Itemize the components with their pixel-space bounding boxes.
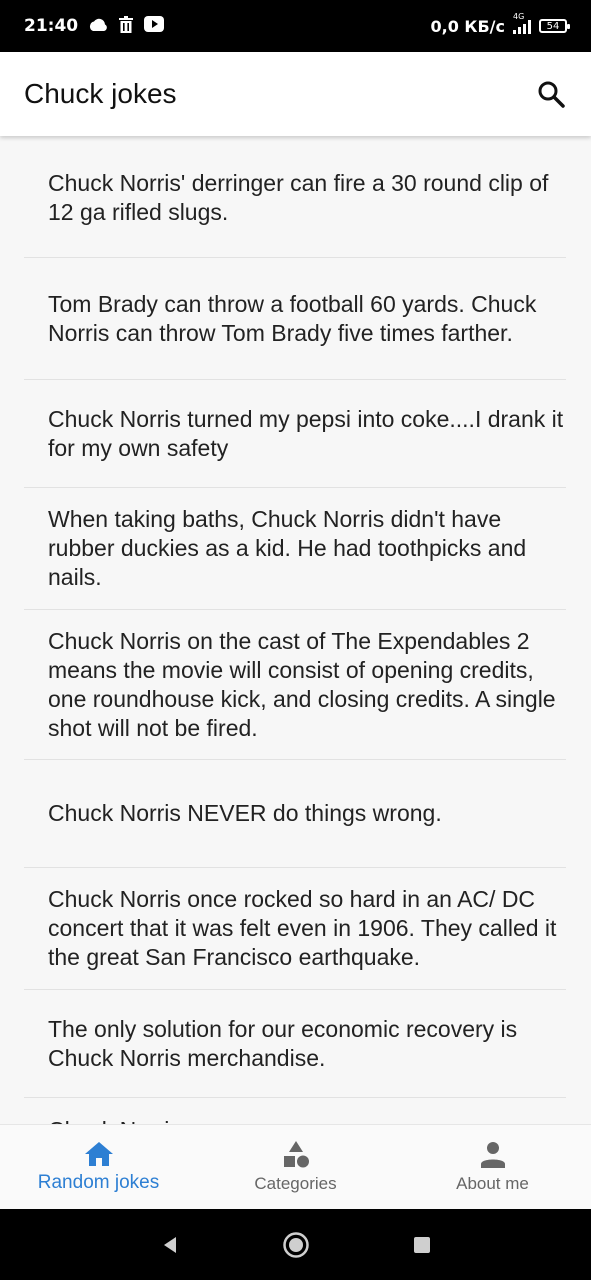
categories-icon bbox=[283, 1141, 309, 1168]
network-type: 4G bbox=[513, 12, 525, 21]
home-icon bbox=[84, 1142, 113, 1166]
list-item[interactable]: Tom Brady can throw a football 60 yards.… bbox=[24, 258, 566, 380]
joke-text: Tom Brady can throw a football 60 yards.… bbox=[48, 290, 537, 346]
signal-icon: 4G bbox=[513, 12, 531, 34]
joke-text: Chuck Norris turned my pepsi into coke..… bbox=[48, 405, 564, 461]
list-item[interactable]: Chuck Norris' derringer can fire a 30 ro… bbox=[24, 138, 566, 258]
trash-icon bbox=[118, 15, 134, 37]
person-icon bbox=[480, 1142, 505, 1168]
cloud-icon bbox=[88, 17, 108, 36]
nav-about-me[interactable]: About me bbox=[394, 1125, 591, 1209]
list-item[interactable]: Chuck Norris on the cast of The Expendab… bbox=[24, 610, 566, 760]
bottom-navigation: Random jokes Categories About me bbox=[0, 1124, 591, 1209]
battery-level: 54 bbox=[546, 20, 560, 32]
joke-text: Chuck Norris' derringer can fire a 30 ro… bbox=[48, 169, 549, 225]
joke-text: Chuck Norris on the cast of The Expendab… bbox=[48, 627, 556, 741]
list-item[interactable]: Chuck Norris once rocked so hard in an A… bbox=[24, 868, 566, 990]
home-circle-icon bbox=[282, 1231, 309, 1258]
back-icon bbox=[163, 1236, 176, 1253]
search-icon bbox=[538, 81, 565, 108]
recents-button[interactable] bbox=[359, 1235, 485, 1255]
page-title: Chuck jokes bbox=[24, 78, 177, 109]
status-time: 21:40 bbox=[24, 16, 79, 36]
app-bar: Chuck jokes bbox=[0, 52, 591, 136]
joke-text: Chuck Norris NEVER do things wrong. bbox=[48, 800, 442, 826]
nav-random-jokes[interactable]: Random jokes bbox=[0, 1125, 197, 1209]
nav-label: About me bbox=[456, 1174, 529, 1193]
joke-list[interactable]: Chuck Norris' derringer can fire a 30 ro… bbox=[24, 138, 566, 1124]
list-item[interactable]: The only solution for our economic recov… bbox=[24, 990, 566, 1098]
home-button[interactable] bbox=[233, 1231, 359, 1259]
back-button[interactable] bbox=[107, 1235, 233, 1255]
recents-icon bbox=[413, 1236, 430, 1253]
joke-text: Chuck Norris once rocked so hard in an A… bbox=[48, 886, 557, 970]
battery-icon: 54 bbox=[539, 19, 570, 33]
nav-categories[interactable]: Categories bbox=[197, 1125, 394, 1209]
list-item[interactable]: When taking baths, Chuck Norris didn't h… bbox=[24, 488, 566, 610]
list-item[interactable]: Chuck Norris turned my pepsi into coke..… bbox=[24, 380, 566, 488]
joke-text: The only solution for our economic recov… bbox=[48, 1015, 518, 1071]
list-item[interactable]: Chuck Norris NEVER do things wrong. bbox=[24, 760, 566, 868]
nav-label: Random jokes bbox=[37, 1172, 160, 1193]
system-navigation-bar bbox=[0, 1209, 591, 1280]
status-bar: 21:40 0,0 КБ/с 4G 54 bbox=[0, 0, 591, 52]
youtube-icon bbox=[144, 16, 165, 36]
nav-label: Categories bbox=[254, 1174, 337, 1193]
search-button[interactable] bbox=[533, 76, 569, 112]
joke-text: When taking baths, Chuck Norris didn't h… bbox=[48, 506, 527, 590]
network-speed: 0,0 КБ/с bbox=[430, 16, 505, 36]
list-item[interactable]: Chuck Norris ... bbox=[24, 1098, 566, 1124]
joke-text: Chuck Norris ... bbox=[48, 1116, 206, 1124]
